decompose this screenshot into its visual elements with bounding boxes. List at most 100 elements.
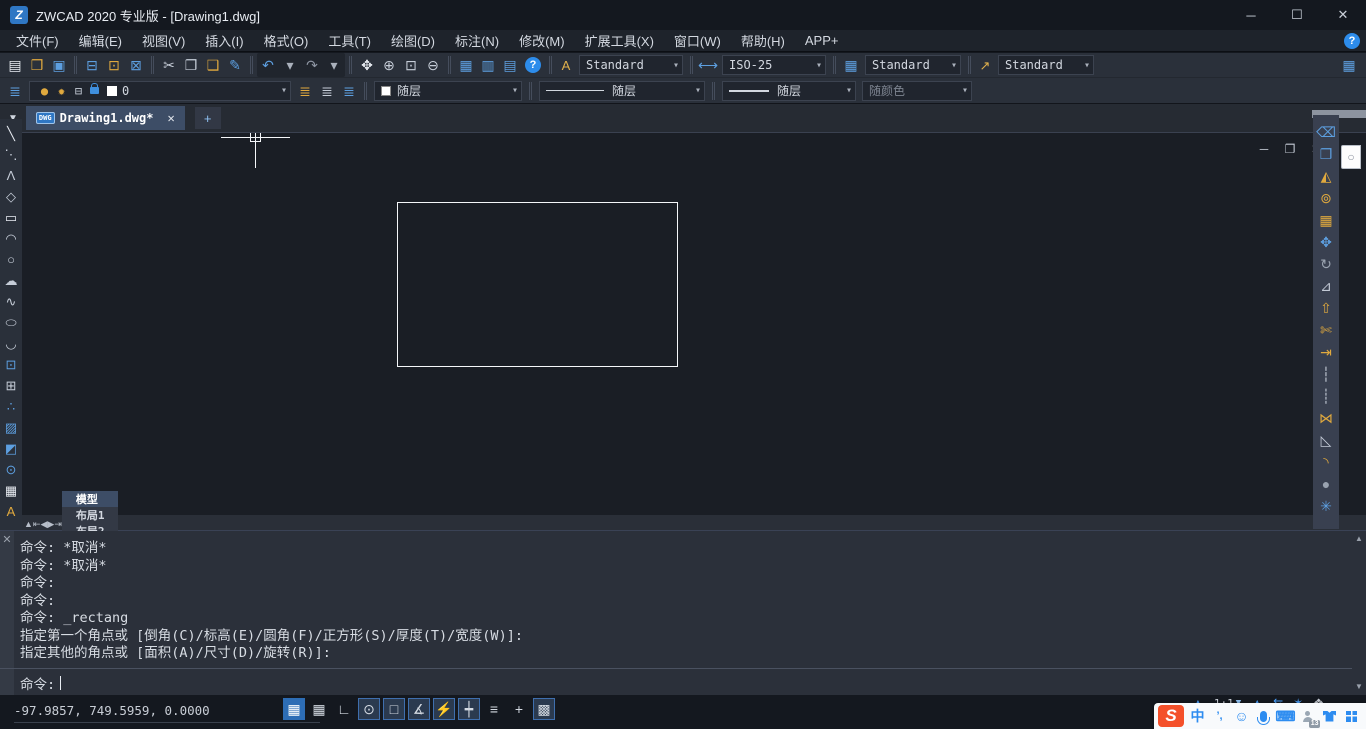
scale-icon[interactable]: ⊿ (1315, 275, 1337, 296)
ime-emoji-icon[interactable]: ☺ (1233, 706, 1250, 726)
zoom-window-icon[interactable]: ⊡ (400, 54, 422, 76)
menu-modify[interactable]: 修改(M) (509, 30, 575, 52)
construction-line-icon[interactable]: ⋱ (1, 144, 21, 164)
color-combo[interactable]: 随层 ▾ (374, 80, 522, 101)
redo-icon[interactable]: ↷ (301, 54, 323, 76)
command-scrollbar[interactable]: ▲ ▼ (1352, 531, 1366, 695)
layer-freeze-icon[interactable]: ✹ (53, 80, 70, 102)
move-icon[interactable]: ✥ (1315, 231, 1337, 252)
tool-palettes-icon[interactable]: ▤ (499, 54, 521, 76)
layer-combo[interactable]: ● ✹ ⊟ 0 ▾ (29, 80, 291, 102)
layer-properties-manager-icon[interactable]: ≣ (4, 80, 26, 102)
offset-icon[interactable]: ⊚ (1315, 187, 1337, 208)
ime-skin-icon[interactable] (1321, 706, 1338, 726)
tab-model[interactable]: 模型 (61, 490, 119, 507)
object-snap-toggle[interactable]: □ (383, 698, 405, 720)
menu-help[interactable]: 帮助(H) (731, 30, 795, 52)
scroll-up-icon[interactable]: ▲ (1353, 533, 1365, 545)
doc-tab-close-icon[interactable]: ✕ (167, 111, 174, 125)
new-document-button[interactable]: + (194, 107, 221, 129)
extend-icon[interactable]: ⇥ (1315, 341, 1337, 362)
explode-icon[interactable]: ✳ (1315, 495, 1337, 516)
menu-tools[interactable]: 工具(T) (318, 30, 381, 52)
point-tool-icon[interactable]: ∴ (1, 396, 21, 416)
text-style-combo[interactable]: Standard ▾ (579, 55, 683, 75)
break-at-point-icon[interactable]: ┆ (1315, 363, 1337, 384)
region-icon[interactable]: ⊙ (1, 459, 21, 479)
hatch-icon[interactable]: ▨ (1, 417, 21, 437)
menu-file[interactable]: 文件(F) (6, 30, 69, 52)
command-close-icon[interactable]: ✕ (1, 533, 13, 546)
close-button[interactable]: ✕ (1320, 0, 1366, 30)
undo-icon[interactable]: ↶ (257, 54, 279, 76)
open-file-icon[interactable]: ❒ (26, 54, 48, 76)
polar-tracking-toggle[interactable]: ⊙ (358, 698, 380, 720)
layer-plot-icon[interactable]: ⊟ (70, 80, 87, 102)
dynamic-input-toggle[interactable]: ⚡ (433, 698, 455, 720)
line-tool-icon[interactable]: ╲ (1, 123, 21, 143)
copy-clip-icon[interactable]: ❐ (180, 54, 202, 76)
trim-icon[interactable]: ✄ (1315, 319, 1337, 340)
menu-app-plus[interactable]: APP+ (795, 30, 849, 52)
ime-microphone-icon[interactable] (1255, 706, 1272, 726)
layer-on-bulb-icon[interactable]: ● (36, 80, 53, 102)
ellipse-icon[interactable]: ⬭ (1, 312, 21, 332)
menu-view[interactable]: 视图(V) (132, 30, 195, 52)
undo-dropdown-arrow[interactable]: ▾ (279, 54, 301, 76)
new-file-icon[interactable]: ▤ (4, 54, 26, 76)
ime-account-icon[interactable]: 13 (1299, 706, 1320, 728)
menu-draw[interactable]: 绘图(D) (381, 30, 445, 52)
command-console[interactable]: ✕ 命令: *取消* 命令: *取消* 命令: 命令: 命令: _rectang 指定第一… (0, 531, 1366, 695)
model-canvas[interactable]: ─ ❐ ✕ (22, 133, 1339, 515)
menu-express[interactable]: 扩展工具(X) (575, 30, 664, 52)
copy-icon[interactable]: ❐ (1315, 143, 1337, 164)
minimize-button[interactable]: ─ (1228, 0, 1274, 30)
linetype-combo[interactable]: 随层 ▾ (539, 80, 705, 101)
make-block-icon[interactable]: ⊞ (1, 375, 21, 395)
toolbar-overflow-icon[interactable]: ▦ (1338, 54, 1360, 76)
chamfer-icon[interactable]: ◺ (1315, 429, 1337, 450)
plot-icon[interactable]: ⊠ (125, 54, 147, 76)
toolbar-flyout-popup[interactable]: ○ (1341, 145, 1361, 169)
cut-icon[interactable]: ✂ (158, 54, 180, 76)
array-icon[interactable]: ▦ (1315, 209, 1337, 230)
menu-window[interactable]: 窗口(W) (664, 30, 731, 52)
model-menu-toggle[interactable]: ≡ (483, 698, 505, 720)
sogou-logo-icon[interactable]: S (1158, 705, 1184, 727)
ellipse-arc-icon[interactable]: ◡ (1, 333, 21, 353)
object-snap-tracking-toggle[interactable]: ∡ (408, 698, 430, 720)
grid-toggle[interactable]: ▦ (308, 698, 330, 720)
design-center-icon[interactable]: ▥ (477, 54, 499, 76)
revision-cloud-icon[interactable]: ☁ (1, 270, 21, 290)
redo-dropdown-arrow[interactable]: ▾ (323, 54, 345, 76)
maximize-button[interactable]: ☐ (1274, 0, 1320, 30)
drawn-rectangle[interactable] (397, 202, 678, 367)
dim-style-combo[interactable]: ISO-25 ▾ (722, 55, 826, 75)
polyline-icon[interactable]: Λ (1, 165, 21, 185)
ime-toolbox-icon[interactable] (1343, 706, 1360, 726)
menu-dimension[interactable]: 标注(N) (445, 30, 509, 52)
make-layer-current-icon[interactable]: ≣ (294, 80, 316, 102)
help-circle-icon[interactable]: ? (525, 57, 541, 73)
document-tab[interactable]: DWG Drawing1.dwg* ✕ (25, 106, 185, 130)
mleader-style-combo[interactable]: Standard ▾ (998, 55, 1094, 75)
fillet-icon[interactable]: ◝ (1315, 451, 1337, 472)
menu-insert[interactable]: 插入(I) (195, 30, 253, 52)
table-icon[interactable]: ▦ (1, 480, 21, 500)
scroll-down-icon[interactable]: ▼ (1353, 681, 1365, 693)
rectangle-icon[interactable]: ▭ (1, 207, 21, 227)
tab-layout1[interactable]: 布局1 (61, 506, 119, 523)
arc-icon[interactable]: ◠ (1, 228, 21, 248)
menu-format[interactable]: 格式(O) (254, 30, 319, 52)
menu-edit[interactable]: 编辑(E) (69, 30, 132, 52)
blend-icon[interactable]: ● (1315, 473, 1337, 494)
ortho-toggle[interactable]: ∟ (333, 698, 355, 720)
mtext-icon[interactable]: A (1, 501, 21, 521)
match-properties-icon[interactable]: ✎ (224, 54, 246, 76)
zoom-realtime-icon[interactable]: ⊕ (378, 54, 400, 76)
ime-punctuation-toggle[interactable]: ’, (1211, 706, 1228, 726)
last-tab-button[interactable]: ⇥ (54, 519, 62, 529)
table-style-combo[interactable]: Standard ▾ (865, 55, 961, 75)
join-icon[interactable]: ⋈ (1315, 407, 1337, 428)
paste-icon[interactable]: ❑ (202, 54, 224, 76)
